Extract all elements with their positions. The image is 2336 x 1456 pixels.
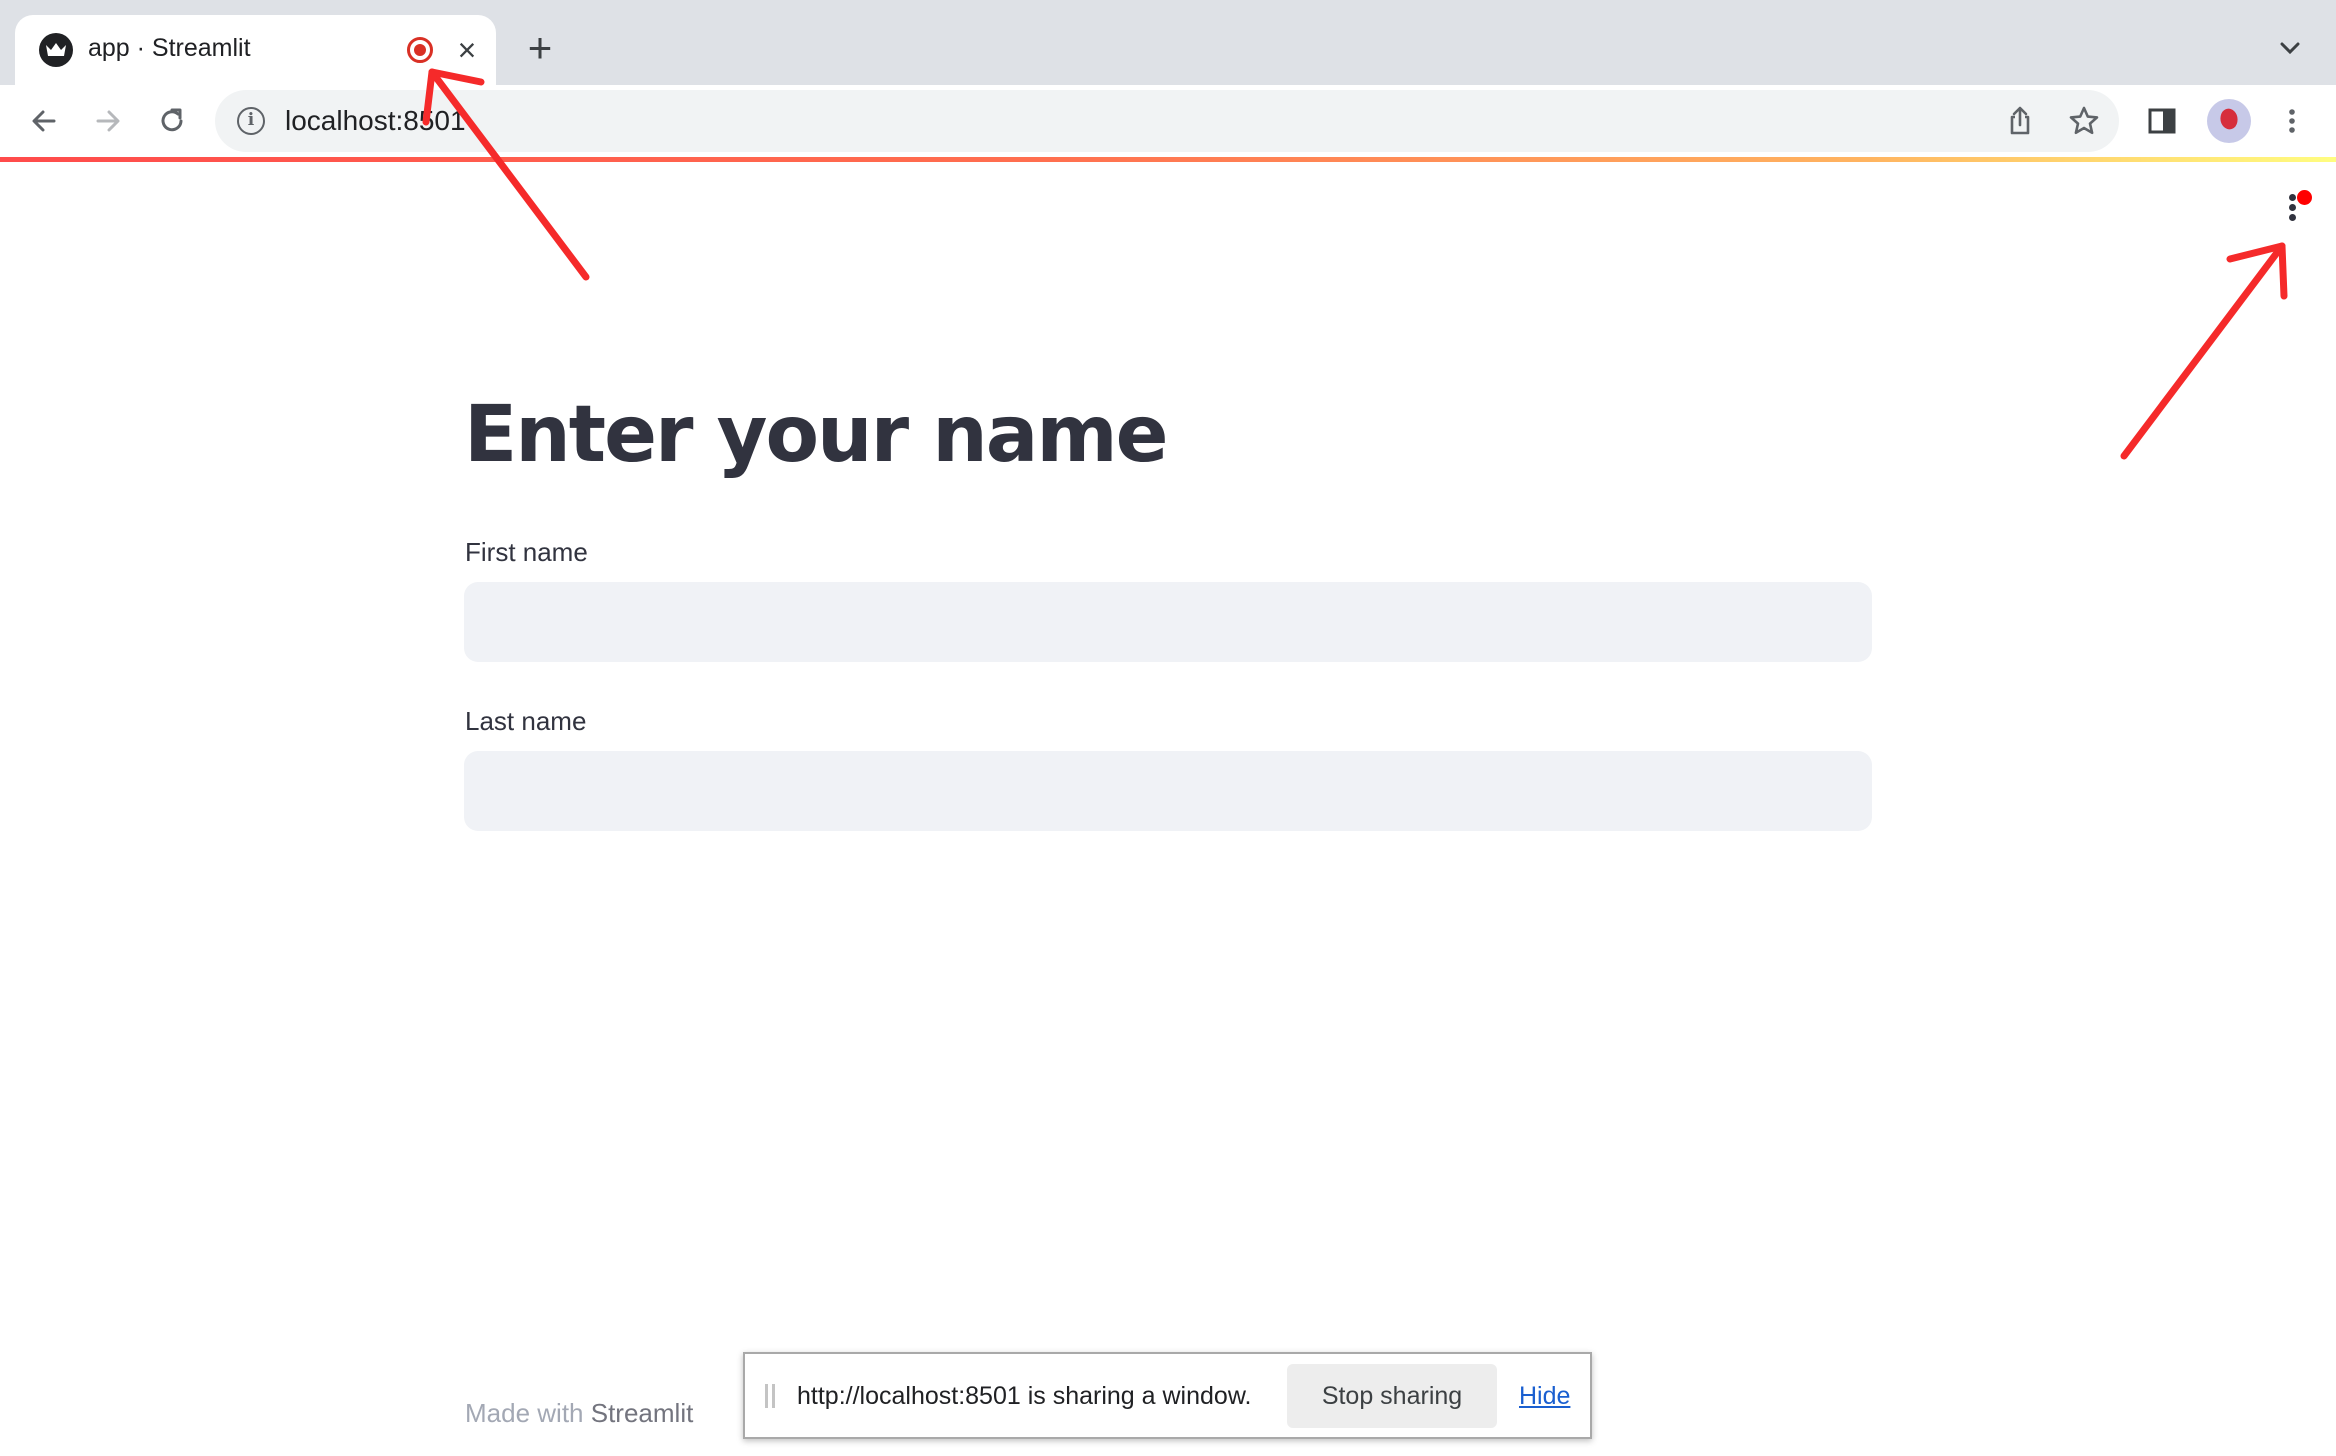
url-text[interactable]: localhost:8501: [285, 105, 466, 137]
plus-icon[interactable]: +: [520, 27, 560, 69]
profile-avatar[interactable]: [2207, 99, 2251, 143]
arrow-to-app-menu: [2120, 242, 2288, 460]
tab-title: app · Streamlit: [88, 34, 251, 62]
first-name-input[interactable]: [464, 582, 1872, 662]
arrow-left-icon[interactable]: [20, 97, 68, 145]
drag-handle-icon[interactable]: [765, 1384, 777, 1408]
chevron-down-icon[interactable]: [2272, 30, 2308, 66]
share-icon[interactable]: [1996, 97, 2044, 145]
arrow-right-icon[interactable]: [84, 97, 132, 145]
sharing-message: http://localhost:8501 is sharing a windo…: [797, 1382, 1252, 1410]
app-menu-button[interactable]: [2280, 186, 2312, 226]
info-icon[interactable]: i: [237, 107, 265, 135]
browser-tab-strip: app · Streamlit × +: [0, 0, 2336, 85]
hide-link[interactable]: Hide: [1519, 1382, 1570, 1411]
last-name-label: Last name: [465, 706, 587, 736]
footer-prefix: Made with: [465, 1398, 591, 1428]
side-panel-icon[interactable]: [2138, 97, 2186, 145]
notification-dot: [2297, 190, 2312, 205]
annotation-arrows: [422, 68, 2288, 460]
star-icon[interactable]: [2060, 97, 2108, 145]
footer-streamlit-link[interactable]: Streamlit: [591, 1398, 694, 1428]
stop-sharing-button[interactable]: Stop sharing: [1287, 1364, 1497, 1428]
browser-tab[interactable]: app · Streamlit ×: [15, 15, 496, 85]
loading-gradient-bar: [0, 157, 2336, 162]
reload-icon[interactable]: [148, 97, 196, 145]
footer: Made with Streamlit: [465, 1398, 693, 1429]
streamlit-crown-icon: [39, 33, 73, 67]
screen-sharing-bar: http://localhost:8501 is sharing a windo…: [743, 1352, 1592, 1439]
browser-toolbar: i localhost:8501: [0, 85, 2336, 157]
address-bar[interactable]: i localhost:8501: [215, 90, 2119, 152]
last-name-input[interactable]: [464, 751, 1872, 831]
first-name-label: First name: [465, 537, 588, 567]
kebab-menu-icon[interactable]: [2268, 97, 2316, 145]
close-icon[interactable]: ×: [449, 32, 485, 68]
recording-icon: [407, 37, 433, 63]
page-title: Enter your name: [464, 390, 1169, 480]
